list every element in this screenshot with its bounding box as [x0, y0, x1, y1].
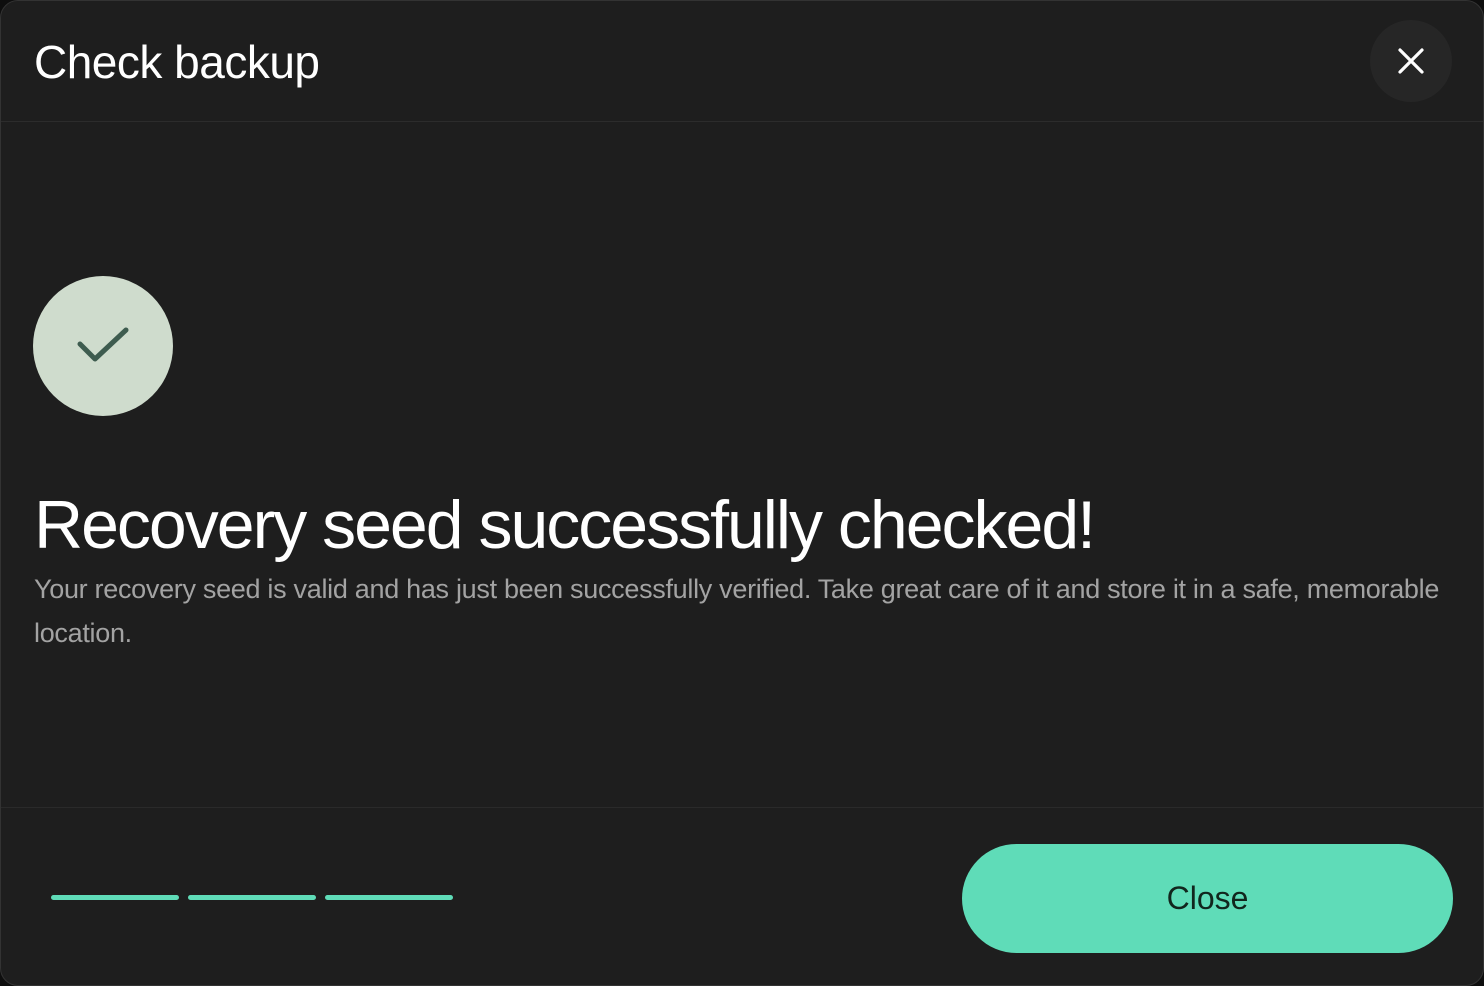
close-icon — [1398, 48, 1424, 74]
success-heading: Recovery seed successfully checked! — [34, 487, 1096, 563]
progress-step — [325, 895, 453, 900]
success-badge — [33, 276, 173, 416]
progress-step — [188, 895, 316, 900]
step-progress — [51, 895, 453, 900]
check-backup-modal: Check backup Recovery seed successfully … — [0, 0, 1484, 986]
close-modal-button[interactable] — [1370, 20, 1452, 102]
success-description: Your recovery seed is valid and has just… — [34, 574, 1440, 648]
progress-step — [51, 895, 179, 900]
close-button[interactable]: Close — [962, 844, 1453, 953]
checkmark-icon — [77, 327, 129, 362]
modal-header: Check backup — [1, 1, 1483, 122]
modal-title: Check backup — [34, 36, 320, 88]
